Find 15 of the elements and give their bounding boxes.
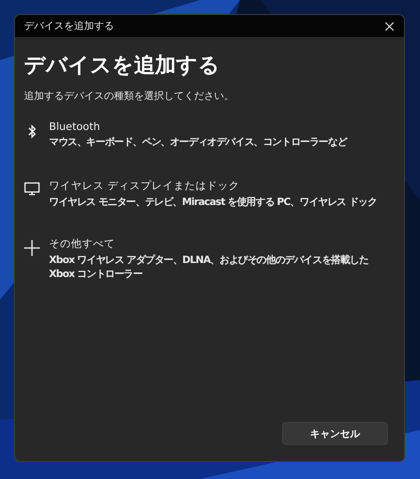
bluetooth-icon [27,124,37,139]
option-description: マウス、キーボード、ペン、オーディオデバイス、コントローラーなど [49,136,348,149]
monitor-icon [24,182,40,196]
dialog-heading: デバイスを追加する [24,52,221,79]
option-description: Xbox ワイヤレス アダプター、DLNA、およびその他のデバイスを搭載した Xbox コントローラー [49,253,370,281]
plus-icon [24,240,40,256]
close-button[interactable] [383,20,396,32]
option-title[interactable]: その他すべて [49,237,396,251]
instruction-text: 追加するデバイスの種類を選択してください。 [24,90,235,103]
close-icon [385,22,394,30]
window-title: デバイスを追加する [24,20,114,33]
option-title[interactable]: ワイヤレス ディスプレイまたはドック [49,179,396,193]
option-title[interactable]: Bluetooth [49,121,396,133]
cancel-button[interactable]: キャンセル [282,422,388,445]
option-description: ワイヤレス モニター、テレビ、Miracast を使用する PC、ワイヤレス ドック [49,196,378,209]
